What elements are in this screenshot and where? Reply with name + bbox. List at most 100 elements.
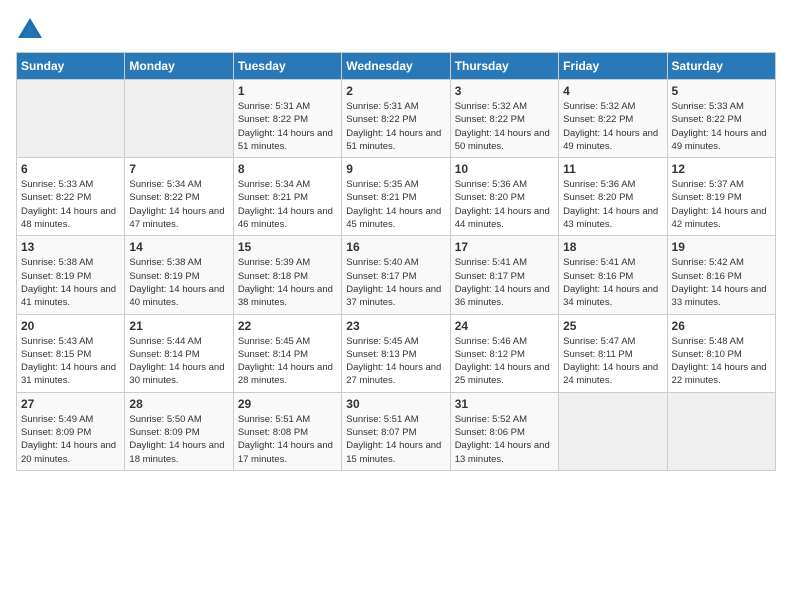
calendar-cell: 11 Sunrise: 5:36 AM Sunset: 8:20 PM Dayli… <box>559 158 667 236</box>
day-number: 31 <box>455 397 554 411</box>
calendar-cell: 17 Sunrise: 5:41 AM Sunset: 8:17 PM Dayli… <box>450 236 558 314</box>
day-info: Sunrise: 5:41 AM Sunset: 8:16 PM Dayligh… <box>563 256 662 309</box>
day-number: 26 <box>672 319 771 333</box>
day-info: Sunrise: 5:51 AM Sunset: 8:07 PM Dayligh… <box>346 413 445 466</box>
calendar-cell: 27 Sunrise: 5:49 AM Sunset: 8:09 PM Dayli… <box>17 392 125 470</box>
calendar-cell <box>667 392 775 470</box>
day-info: Sunrise: 5:48 AM Sunset: 8:10 PM Dayligh… <box>672 335 771 388</box>
calendar-cell: 14 Sunrise: 5:38 AM Sunset: 8:19 PM Dayli… <box>125 236 233 314</box>
calendar-cell: 20 Sunrise: 5:43 AM Sunset: 8:15 PM Dayli… <box>17 314 125 392</box>
weekday-header-friday: Friday <box>559 53 667 80</box>
day-info: Sunrise: 5:38 AM Sunset: 8:19 PM Dayligh… <box>129 256 228 309</box>
calendar-cell: 21 Sunrise: 5:44 AM Sunset: 8:14 PM Dayli… <box>125 314 233 392</box>
day-info: Sunrise: 5:36 AM Sunset: 8:20 PM Dayligh… <box>455 178 554 231</box>
calendar-week-row: 6 Sunrise: 5:33 AM Sunset: 8:22 PM Daylig… <box>17 158 776 236</box>
day-number: 25 <box>563 319 662 333</box>
day-number: 18 <box>563 240 662 254</box>
calendar-cell: 7Sunrise: 5:34 AM Sunset: 8:22 PM Daylig… <box>125 158 233 236</box>
day-info: Sunrise: 5:39 AM Sunset: 8:18 PM Dayligh… <box>238 256 337 309</box>
weekday-header-tuesday: Tuesday <box>233 53 341 80</box>
day-number: 8 <box>238 162 337 176</box>
day-number: 30 <box>346 397 445 411</box>
day-info: Sunrise: 5:34 AM Sunset: 8:21 PM Dayligh… <box>238 178 337 231</box>
day-number: 29 <box>238 397 337 411</box>
day-info: Sunrise: 5:40 AM Sunset: 8:17 PM Dayligh… <box>346 256 445 309</box>
day-info: Sunrise: 5:37 AM Sunset: 8:19 PM Dayligh… <box>672 178 771 231</box>
calendar-cell: 25 Sunrise: 5:47 AM Sunset: 8:11 PM Dayli… <box>559 314 667 392</box>
calendar-week-row: 13 Sunrise: 5:38 AM Sunset: 8:19 PM Dayli… <box>17 236 776 314</box>
day-info: Sunrise: 5:45 AM Sunset: 8:14 PM Dayligh… <box>238 335 337 388</box>
day-number: 14 <box>129 240 228 254</box>
weekday-header-monday: Monday <box>125 53 233 80</box>
calendar-cell: 28Sunrise: 5:50 AM Sunset: 8:09 PM Dayli… <box>125 392 233 470</box>
calendar-cell: 12 Sunrise: 5:37 AM Sunset: 8:19 PM Dayli… <box>667 158 775 236</box>
calendar-cell: 1 Sunrise: 5:31 AM Sunset: 8:22 PM Daylig… <box>233 80 341 158</box>
day-info: Sunrise: 5:45 AM Sunset: 8:13 PM Dayligh… <box>346 335 445 388</box>
day-info: Sunrise: 5:49 AM Sunset: 8:09 PM Dayligh… <box>21 413 120 466</box>
day-number: 24 <box>455 319 554 333</box>
logo <box>16 16 48 44</box>
day-info: Sunrise: 5:41 AM Sunset: 8:17 PM Dayligh… <box>455 256 554 309</box>
logo-icon <box>16 16 44 44</box>
day-info: Sunrise: 5:52 AM Sunset: 8:06 PM Dayligh… <box>455 413 554 466</box>
calendar-cell: 29 Sunrise: 5:51 AM Sunset: 8:08 PM Dayli… <box>233 392 341 470</box>
calendar-cell <box>125 80 233 158</box>
weekday-header-thursday: Thursday <box>450 53 558 80</box>
day-info: Sunrise: 5:33 AM Sunset: 8:22 PM Dayligh… <box>21 178 120 231</box>
day-number: 1 <box>238 84 337 98</box>
day-info: Sunrise: 5:43 AM Sunset: 8:15 PM Dayligh… <box>21 335 120 388</box>
day-number: 11 <box>563 162 662 176</box>
day-number: 3 <box>455 84 554 98</box>
weekday-header-sunday: Sunday <box>17 53 125 80</box>
day-number: 21 <box>129 319 228 333</box>
day-number: 2 <box>346 84 445 98</box>
day-info: Sunrise: 5:31 AM Sunset: 8:22 PM Dayligh… <box>346 100 445 153</box>
calendar-cell <box>17 80 125 158</box>
day-info: Sunrise: 5:35 AM Sunset: 8:21 PM Dayligh… <box>346 178 445 231</box>
calendar-cell: 16 Sunrise: 5:40 AM Sunset: 8:17 PM Dayli… <box>342 236 450 314</box>
day-number: 17 <box>455 240 554 254</box>
calendar-cell: 15 Sunrise: 5:39 AM Sunset: 8:18 PM Dayli… <box>233 236 341 314</box>
day-info: Sunrise: 5:50 AM Sunset: 8:09 PM Dayligh… <box>129 413 228 466</box>
page-header <box>16 16 776 44</box>
calendar-cell: 2 Sunrise: 5:31 AM Sunset: 8:22 PM Daylig… <box>342 80 450 158</box>
day-number: 20 <box>21 319 120 333</box>
weekday-header-row: SundayMondayTuesdayWednesdayThursdayFrid… <box>17 53 776 80</box>
day-number: 23 <box>346 319 445 333</box>
calendar-week-row: 1 Sunrise: 5:31 AM Sunset: 8:22 PM Daylig… <box>17 80 776 158</box>
day-info: Sunrise: 5:44 AM Sunset: 8:14 PM Dayligh… <box>129 335 228 388</box>
day-info: Sunrise: 5:42 AM Sunset: 8:16 PM Dayligh… <box>672 256 771 309</box>
calendar-cell: 30 Sunrise: 5:51 AM Sunset: 8:07 PM Dayli… <box>342 392 450 470</box>
day-info: Sunrise: 5:36 AM Sunset: 8:20 PM Dayligh… <box>563 178 662 231</box>
day-number: 10 <box>455 162 554 176</box>
day-info: Sunrise: 5:46 AM Sunset: 8:12 PM Dayligh… <box>455 335 554 388</box>
day-info: Sunrise: 5:32 AM Sunset: 8:22 PM Dayligh… <box>563 100 662 153</box>
day-number: 7 <box>129 162 228 176</box>
day-info: Sunrise: 5:31 AM Sunset: 8:22 PM Dayligh… <box>238 100 337 153</box>
day-info: Sunrise: 5:51 AM Sunset: 8:08 PM Dayligh… <box>238 413 337 466</box>
calendar-cell: 3 Sunrise: 5:32 AM Sunset: 8:22 PM Daylig… <box>450 80 558 158</box>
day-info: Sunrise: 5:38 AM Sunset: 8:19 PM Dayligh… <box>21 256 120 309</box>
calendar-cell: 24 Sunrise: 5:46 AM Sunset: 8:12 PM Dayli… <box>450 314 558 392</box>
calendar-cell: 10 Sunrise: 5:36 AM Sunset: 8:20 PM Dayli… <box>450 158 558 236</box>
calendar-week-row: 27 Sunrise: 5:49 AM Sunset: 8:09 PM Dayli… <box>17 392 776 470</box>
day-number: 15 <box>238 240 337 254</box>
calendar-cell: 4 Sunrise: 5:32 AM Sunset: 8:22 PM Daylig… <box>559 80 667 158</box>
day-number: 19 <box>672 240 771 254</box>
day-number: 27 <box>21 397 120 411</box>
day-number: 5 <box>672 84 771 98</box>
calendar-week-row: 20 Sunrise: 5:43 AM Sunset: 8:15 PM Dayli… <box>17 314 776 392</box>
day-number: 16 <box>346 240 445 254</box>
day-number: 13 <box>21 240 120 254</box>
calendar-cell: 19 Sunrise: 5:42 AM Sunset: 8:16 PM Dayli… <box>667 236 775 314</box>
day-number: 6 <box>21 162 120 176</box>
day-number: 4 <box>563 84 662 98</box>
day-info: Sunrise: 5:47 AM Sunset: 8:11 PM Dayligh… <box>563 335 662 388</box>
day-number: 22 <box>238 319 337 333</box>
day-info: Sunrise: 5:32 AM Sunset: 8:22 PM Dayligh… <box>455 100 554 153</box>
calendar-table: SundayMondayTuesdayWednesdayThursdayFrid… <box>16 52 776 471</box>
calendar-cell: 13 Sunrise: 5:38 AM Sunset: 8:19 PM Dayli… <box>17 236 125 314</box>
weekday-header-saturday: Saturday <box>667 53 775 80</box>
weekday-header-wednesday: Wednesday <box>342 53 450 80</box>
day-number: 12 <box>672 162 771 176</box>
